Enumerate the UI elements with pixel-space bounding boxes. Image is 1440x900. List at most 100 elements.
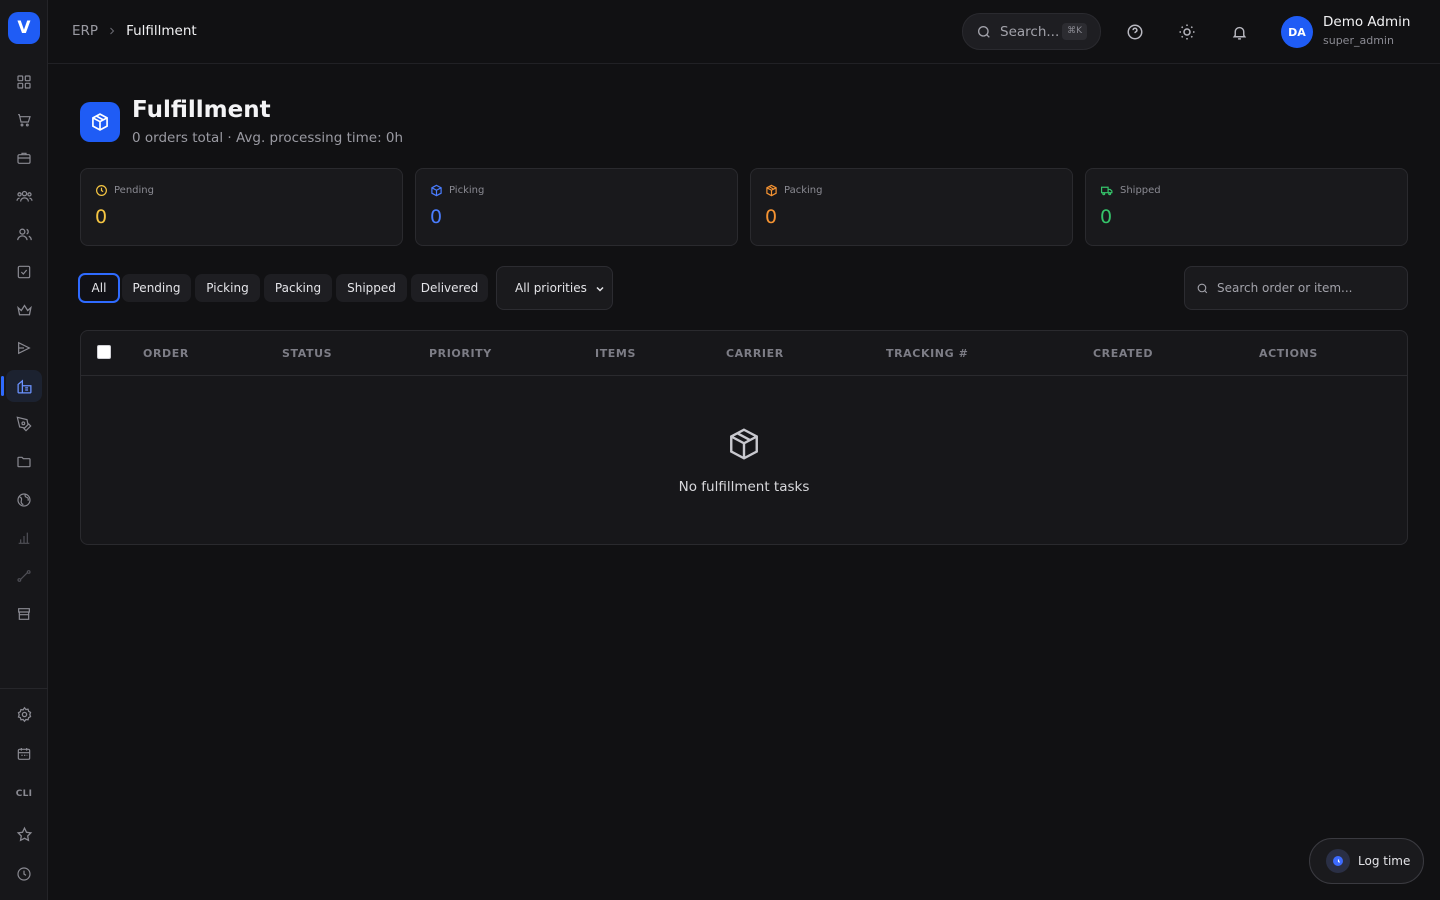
stat-value: 0 [1100,206,1113,228]
top-header: ERP Fulfillment Search... ⌘K DA Demo Adm… [48,0,1440,64]
sidebar-item-dashboard[interactable] [6,66,42,98]
search-icon [978,25,990,38]
page-icon [80,102,120,142]
sidebar: V CLI [0,0,48,900]
sidebar-item-routes[interactable] [6,560,42,592]
filter-tab-picking[interactable]: Picking [195,274,260,302]
page-title: Fulfillment [132,97,271,123]
filter-tab-shipped[interactable]: Shipped [336,274,407,302]
breadcrumb-root[interactable]: ERP [72,23,98,39]
team-icon [15,190,33,202]
sidebar-item-folder[interactable] [6,446,42,478]
column-header-tracking[interactable]: TRACKING # [886,347,968,360]
users-icon [16,228,32,240]
stat-card-packing: Packing 0 [750,168,1073,246]
chevron-down-icon [596,286,604,292]
sidebar-divider [0,688,48,689]
app-logo[interactable]: V [8,12,40,44]
user-name[interactable]: Demo Admin [1323,14,1410,30]
order-search-input[interactable]: Search order or item... [1184,266,1408,310]
dashboard-grid-icon [17,75,31,89]
log-time-button[interactable]: Log time [1309,838,1424,884]
stat-card-pending: Pending 0 [80,168,403,246]
empty-state-text: No fulfillment tasks [678,479,810,495]
sun-icon [1179,24,1195,40]
sidebar-item-warehouse[interactable] [1,370,42,402]
sidebar-item-favorites[interactable] [6,818,42,850]
global-search-placeholder: Search... [1000,23,1060,40]
column-header-status[interactable]: STATUS [282,347,332,360]
sidebar-item-store[interactable] [6,598,42,630]
sidebar-item-team[interactable] [6,180,42,212]
table-header: ORDER STATUS PRIORITY ITEMS CARRIER TRAC… [81,331,1407,376]
pen-tool-icon [16,416,32,432]
stat-card-picking: Picking 0 [415,168,738,246]
sidebar-item-cli[interactable]: CLI [6,778,42,810]
column-header-carrier[interactable]: CARRIER [726,347,784,360]
avatar[interactable]: DA [1281,16,1313,48]
sidebar-item-globe[interactable] [6,484,42,516]
stat-label-row: Pending [95,184,154,197]
empty-box-icon [730,428,758,460]
log-time-label: Log time [1358,854,1411,868]
sidebar-item-calendar[interactable] [6,738,42,770]
star-icon [16,826,32,842]
stat-card-shipped: Shipped 0 [1085,168,1408,246]
select-all-checkbox[interactable] [97,345,111,359]
sidebar-item-analytics[interactable] [6,522,42,554]
sidebar-item-crown[interactable] [6,294,42,326]
help-circle-icon [1127,24,1143,40]
app-logo-letter: V [17,18,31,38]
send-icon [18,341,31,355]
stat-label-row: Packing [765,184,822,197]
stat-value: 0 [430,206,443,228]
box-icon [431,184,442,197]
clock-icon [96,185,107,196]
sidebar-item-briefcase[interactable] [6,142,42,174]
sidebar-item-users[interactable] [6,218,42,250]
sidebar-item-settings[interactable] [6,698,42,730]
route-icon [17,570,31,582]
truck-icon [1100,186,1113,196]
theme-toggle-button[interactable] [1173,18,1201,46]
warehouse-icon [16,378,32,394]
priority-select[interactable]: All priorities [496,266,613,310]
package-icon [766,184,777,197]
filter-tab-packing[interactable]: Packing [264,274,332,302]
help-button[interactable] [1121,18,1149,46]
stat-value: 0 [95,206,108,228]
stat-label: Shipped [1120,185,1161,196]
sidebar-item-pen[interactable] [6,408,42,440]
timer-icon [1326,849,1350,873]
column-header-created[interactable]: CREATED [1093,347,1153,360]
cart-icon [18,114,31,127]
global-search-button[interactable]: Search... ⌘K [962,13,1101,50]
column-header-items[interactable]: ITEMS [595,347,636,360]
priority-select-value: All priorities [515,281,587,295]
bar-chart-icon [18,532,30,544]
clock-icon [17,867,31,881]
chevron-right-icon [110,27,115,35]
sidebar-item-cart[interactable] [6,104,42,136]
clock-hand-icon [1337,858,1340,863]
sidebar-item-history[interactable] [6,858,42,890]
filter-tab-all[interactable]: All [78,273,120,303]
stat-label-row: Picking [430,184,484,197]
sidebar-item-send[interactable] [6,332,42,364]
globe-icon [17,493,31,507]
filter-tab-pending[interactable]: Pending [122,274,191,302]
bell-icon [1232,26,1246,40]
breadcrumb: ERP Fulfillment [72,23,197,39]
order-search-placeholder: Search order or item... [1217,281,1353,295]
column-header-order[interactable]: ORDER [143,347,189,360]
stat-label: Picking [449,185,485,196]
sidebar-item-tasks[interactable] [6,256,42,288]
search-shortcut-badge: ⌘K [1062,23,1087,40]
column-header-priority[interactable]: PRIORITY [429,347,492,360]
stat-label-row: Shipped [1100,184,1161,197]
filter-tab-delivered[interactable]: Delivered [411,274,488,302]
notifications-button[interactable] [1225,18,1253,46]
search-icon [1197,283,1208,293]
calendar-icon [17,748,31,760]
user-role: super_admin [1323,34,1394,47]
